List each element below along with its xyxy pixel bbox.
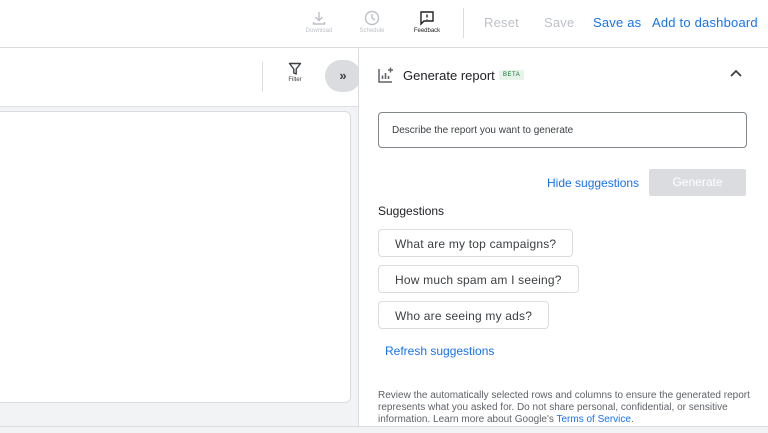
canvas-toolbar-divider: [262, 62, 263, 92]
suggestion-chip[interactable]: What are my top campaigns?: [378, 229, 574, 257]
refresh-suggestions-button[interactable]: Refresh suggestions: [385, 344, 494, 358]
filter-label: Filter: [288, 77, 302, 83]
save-button[interactable]: Save: [544, 15, 574, 30]
schedule-button[interactable]: Schedule: [350, 10, 394, 40]
report-chart-icon: [378, 67, 393, 83]
feedback-button[interactable]: Feedback: [405, 10, 449, 40]
feedback-label: Feedback: [413, 28, 441, 34]
chevron-up-icon[interactable]: [729, 66, 743, 80]
filter-button[interactable]: Filter: [280, 62, 310, 96]
add-to-dashboard-button[interactable]: Add to dashboard: [652, 15, 758, 30]
report-canvas[interactable]: [0, 111, 351, 403]
disclaimer-text: Review the automatically selected rows a…: [378, 390, 753, 426]
clock-icon: [364, 10, 380, 26]
top-toolbar: Download Schedule Feedback Reset Save Sa…: [0, 0, 768, 48]
save-as-button[interactable]: Save as: [593, 15, 641, 30]
suggestion-chip[interactable]: Who are seeing my ads?: [378, 301, 550, 329]
toolbar-divider: [463, 8, 464, 38]
expand-panel-button[interactable]: »: [325, 60, 361, 92]
suggestion-chip[interactable]: How much spam am I seeing?: [378, 265, 579, 293]
report-prompt-input[interactable]: Describe the report you want to generate: [378, 112, 747, 148]
hide-suggestions-button[interactable]: Hide suggestions: [547, 176, 639, 190]
feedback-icon: [420, 11, 434, 26]
disclaimer-end: .: [630, 414, 634, 425]
suggestions-heading: Suggestions: [378, 204, 445, 218]
generate-button[interactable]: Generate: [649, 169, 746, 196]
download-button[interactable]: Download: [297, 10, 341, 40]
reset-button[interactable]: Reset: [484, 15, 519, 30]
download-icon: [312, 12, 326, 25]
download-label: Download: [305, 28, 333, 34]
canvas-toolbar: Filter »: [0, 48, 361, 107]
panel-title: Generate report: [403, 68, 495, 83]
report-canvas-area: Filter »: [0, 48, 361, 432]
terms-of-service-link[interactable]: Terms of Service: [557, 414, 631, 425]
double-chevron-right-icon: »: [339, 68, 347, 83]
beta-badge: BETA: [499, 70, 525, 80]
schedule-label: Schedule: [359, 28, 385, 34]
filter-icon: [288, 62, 302, 75]
generate-report-panel: Generate report BETA Describe the report…: [358, 48, 768, 426]
